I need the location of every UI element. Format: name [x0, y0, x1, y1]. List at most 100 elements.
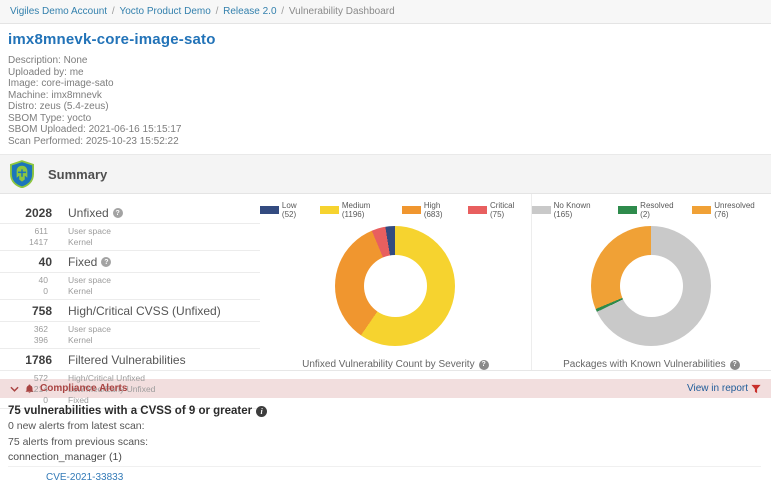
stat-sub-value: 611: [0, 226, 48, 237]
breadcrumb: Vigiles Demo Account / Yocto Product Dem…: [0, 0, 771, 24]
bell-icon: [25, 384, 34, 394]
stat-row: 40 Fixed?: [0, 251, 260, 272]
meta-distro: Distro: zeus (5.4-zeus): [8, 101, 761, 113]
product-meta: Description: NoneUploaded by: meImage: c…: [8, 55, 761, 147]
stat-sub-value: 396: [0, 335, 48, 346]
severity-chart-section: Low (52) Medium (1196) High (683) Critical …: [260, 194, 531, 370]
stat-sub-rows: 40 User space0Kernel: [0, 272, 260, 300]
stat-sub-row: 611 User space: [0, 226, 260, 237]
stat-sub-row: 40 User space: [0, 275, 260, 286]
stat-value: 40: [0, 255, 52, 269]
donut-hole: [620, 255, 682, 317]
stat-sub-rows: 611 User space 1417 Kernel: [0, 223, 260, 251]
summary-panel: Summary 2028 Unfixed? 611 User space 1417 Ker…: [0, 154, 771, 371]
legend-item: No Known (165): [532, 201, 612, 219]
severity-chart-title: Unfixed Vulnerability Count by Severity: [302, 359, 475, 370]
legend-item: Medium (1196): [320, 201, 395, 219]
breadcrumb-item[interactable]: Vigiles Demo Account: [10, 6, 107, 17]
stat-value: 2028: [0, 206, 52, 220]
packages-chart-legend: No Known (165) Resolved (2) Unresolved (76…: [532, 201, 771, 219]
legend-item: Unresolved (76): [692, 201, 771, 219]
stat-row: 758 High/Critical CVSS (Unfixed): [0, 300, 260, 321]
packages-donut-chart: [591, 226, 711, 346]
stat-label: Unfixed?: [68, 206, 123, 220]
breadcrumb-item: Vulnerability Dashboard: [289, 6, 395, 17]
legend-label: Medium (1196): [342, 201, 395, 219]
stat-sub-row: 0Kernel: [0, 286, 260, 297]
stat-row: 1786Filtered Vulnerabilities: [0, 349, 260, 370]
vigiles-shield-logo-icon: [10, 160, 34, 188]
breadcrumb-separator: /: [109, 6, 117, 17]
stat-sub-label: User space: [68, 324, 111, 335]
stat-sub-label: User space: [68, 275, 111, 286]
legend-swatch: [468, 206, 487, 214]
legend-item: Critical (75): [468, 201, 531, 219]
stat-label: High/Critical CVSS (Unfixed): [68, 304, 221, 318]
meta-uploaded-by: Uploaded by: me: [8, 67, 761, 79]
legend-label: High (683): [424, 201, 461, 219]
stat-sub-value: 362: [0, 324, 48, 335]
stat-value: 1786: [0, 353, 52, 367]
stat-label: Fixed?: [68, 255, 111, 269]
page-title: imx8mnevk-core-image-sato: [8, 31, 761, 48]
stat-sub-label: User space: [68, 226, 111, 237]
severity-chart-caption: Unfixed Vulnerability Count by Severity …: [302, 359, 489, 370]
packages-chart-section: No Known (165) Resolved (2) Unresolved (76…: [531, 194, 771, 370]
breadcrumb-separator: /: [279, 6, 287, 17]
help-icon[interactable]: ?: [101, 257, 111, 267]
alert-line: 75 alerts from previous scans:: [8, 435, 761, 449]
filter-funnel-icon: [751, 384, 761, 394]
legend-label: Critical (75): [490, 201, 531, 219]
stat-sub-row: 1417 Kernel: [0, 237, 260, 248]
severity-donut-chart: [335, 226, 455, 346]
stat-sub-rows: 362User space396Kernel: [0, 321, 260, 349]
help-icon[interactable]: ?: [730, 360, 740, 370]
legend-label: Low (52): [282, 201, 313, 219]
packages-chart-caption: Packages with Known Vulnerabilities ?: [563, 359, 740, 370]
stat-value: 758: [0, 304, 52, 318]
summary-header: Summary: [0, 155, 771, 194]
alert-line: 0 new alerts from latest scan:: [8, 419, 761, 433]
compliance-alert-title-row: 75 vulnerabilities with a CVSS of 9 or g…: [8, 405, 761, 417]
legend-swatch: [320, 206, 339, 214]
cve-link[interactable]: CVE-2021-33833: [46, 472, 123, 483]
stat-sub-value: 1417: [0, 237, 48, 248]
view-in-report-link[interactable]: View in report: [687, 383, 761, 394]
packages-chart-title: Packages with Known Vulnerabilities: [563, 359, 726, 370]
meta-image: Image: core-image-sato: [8, 78, 761, 90]
legend-swatch: [260, 206, 279, 214]
product-header: imx8mnevk-core-image-sato Description: N…: [0, 24, 771, 147]
legend-label: No Known (165): [554, 201, 612, 219]
severity-chart-legend: Low (52) Medium (1196) High (683) Critical …: [260, 201, 531, 219]
info-icon[interactable]: i: [256, 406, 267, 417]
alert-title: 75 vulnerabilities with a CVSS of 9 or g…: [8, 405, 252, 417]
help-icon[interactable]: ?: [113, 208, 123, 218]
view-in-report-label: View in report: [687, 383, 748, 394]
legend-item: Resolved (2): [618, 201, 685, 219]
breadcrumb-item[interactable]: Yocto Product Demo: [119, 6, 210, 17]
help-icon[interactable]: ?: [479, 360, 489, 370]
stat-sub-label: Kernel: [68, 237, 93, 248]
compliance-title: Compliance Alerts: [40, 383, 127, 394]
breadcrumb-separator: /: [213, 6, 221, 17]
stat-sub-row: 362 User space: [0, 324, 260, 335]
legend-label: Resolved (2): [640, 201, 685, 219]
stat-sub-label: Kernel: [68, 286, 93, 297]
stat-sub-value: 40: [0, 275, 48, 286]
summary-title: Summary: [48, 167, 107, 182]
meta-sbom-type: SBOM Type: yocto: [8, 113, 761, 125]
package-line[interactable]: connection_manager (1): [8, 451, 761, 467]
compliance-body: 75 vulnerabilities with a CVSS of 9 or g…: [0, 398, 771, 485]
breadcrumb-item[interactable]: Release 2.0: [223, 6, 276, 17]
legend-swatch: [402, 206, 421, 214]
legend-label: Unresolved (76): [714, 201, 771, 219]
chevron-down-icon: [10, 386, 19, 392]
legend-swatch: [532, 206, 551, 214]
legend-item: Low (52): [260, 201, 313, 219]
alert-lines: 0 new alerts from latest scan: 75 alerts …: [8, 419, 761, 449]
stat-row: 2028 Unfixed?: [0, 202, 260, 223]
donut-hole: [364, 255, 426, 317]
legend-swatch: [618, 206, 637, 214]
legend-swatch: [692, 206, 711, 214]
summary-body: 2028 Unfixed? 611 User space 1417 Kernel 40 Fix…: [0, 194, 771, 371]
